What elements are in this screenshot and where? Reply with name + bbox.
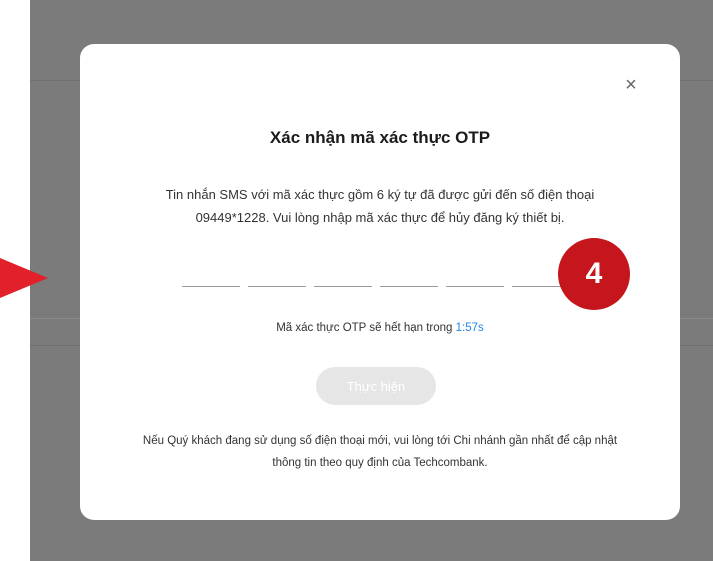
pointer-arrow-icon: [0, 258, 48, 298]
otp-digit-2[interactable]: [248, 256, 310, 287]
expiry-countdown: 1:57s: [455, 322, 484, 334]
otp-expiry-text: Mã xác thực OTP sẽ hết hạn trong 1:57s: [80, 322, 680, 334]
otp-digit-5[interactable]: [446, 256, 508, 287]
submit-button[interactable]: Thực hiện: [316, 367, 436, 405]
otp-input-4[interactable]: [380, 256, 442, 286]
otp-digit-1[interactable]: [182, 256, 244, 287]
expiry-label: Mã xác thực OTP sẽ hết hạn trong: [276, 322, 453, 334]
modal-note: Nếu Quý khách đang sử dụng số điện thoại…: [105, 430, 655, 474]
otp-digit-3[interactable]: [314, 256, 376, 287]
step-number-badge: 4: [558, 238, 630, 310]
otp-input-1[interactable]: [182, 256, 244, 286]
modal-title: Xác nhận mã xác thực OTP: [269, 128, 491, 147]
note-line: thông tin theo quy định của Techcombank.: [272, 457, 488, 469]
description-line: Tin nhắn SMS với mã xác thực gồm 6 ký tự…: [165, 187, 595, 202]
modal-description: Tin nhắn SMS với mã xác thực gồm 6 ký tự…: [120, 183, 640, 229]
close-icon[interactable]: ×: [620, 74, 642, 96]
note-line: Nếu Quý khách đang sử dụng số điện thoại…: [142, 435, 618, 447]
otp-input-3[interactable]: [314, 256, 376, 286]
otp-digit-4[interactable]: [380, 256, 442, 287]
otp-input-5[interactable]: [446, 256, 508, 286]
description-line: 09449*1228. Vui lòng nhập mã xác thực để…: [195, 210, 565, 225]
otp-input-2[interactable]: [248, 256, 310, 286]
